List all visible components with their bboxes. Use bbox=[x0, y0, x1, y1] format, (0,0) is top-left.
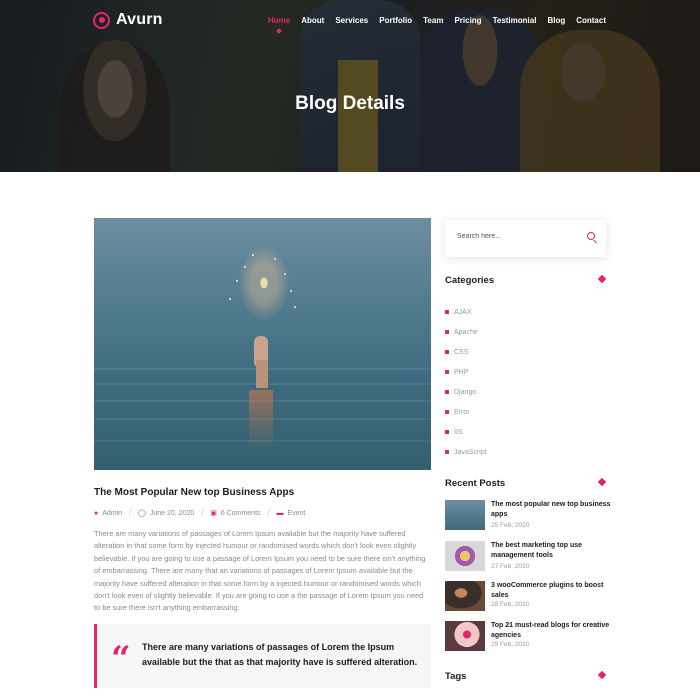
recent-post-date: 29 Feb, 2020 bbox=[491, 641, 530, 648]
spark bbox=[274, 258, 276, 260]
blockquote: “ There are many variations of passages … bbox=[94, 624, 431, 688]
post-date: June 20, 2020 bbox=[149, 509, 195, 517]
nav-portfolio[interactable]: Portfolio bbox=[379, 16, 412, 25]
recent-post-item[interactable]: Top 21 must-read blogs for creative agen… bbox=[445, 620, 615, 652]
light-reflection bbox=[249, 390, 273, 450]
tags-heading: Tags bbox=[445, 671, 467, 682]
nav-about[interactable]: About bbox=[301, 16, 324, 25]
recent-post-date: 27 Feb, 2020 bbox=[491, 563, 530, 570]
brand-name: Avurn bbox=[116, 11, 163, 28]
recent-post-title[interactable]: Top 21 must-read blogs for creative agen… bbox=[491, 621, 611, 641]
hero-banner: Avurn Home About Services Portfolio Team… bbox=[0, 0, 700, 172]
square-bullet-icon bbox=[445, 350, 449, 354]
category-item[interactable]: IIS bbox=[445, 422, 487, 442]
nav-testimonial[interactable]: Testimonial bbox=[493, 16, 537, 25]
nav-contact[interactable]: Contact bbox=[576, 16, 606, 25]
recent-post-item[interactable]: The most popular new top business apps 2… bbox=[445, 499, 615, 531]
recent-post-thumbnail[interactable] bbox=[445, 581, 485, 611]
main-nav: Home About Services Portfolio Team Prici… bbox=[268, 16, 606, 25]
recent-post-item[interactable]: The best marketing top use management to… bbox=[445, 540, 615, 572]
square-bullet-icon bbox=[445, 310, 449, 314]
category-label: Django bbox=[454, 388, 477, 396]
category-item[interactable]: CSS bbox=[445, 342, 487, 362]
user-icon: ● bbox=[94, 509, 99, 517]
meta-separator: / bbox=[201, 509, 204, 517]
category-label: Apache bbox=[454, 328, 478, 336]
post-author[interactable]: Admin bbox=[102, 510, 122, 517]
logo-icon bbox=[93, 11, 110, 29]
spark bbox=[290, 290, 292, 292]
nav-blog[interactable]: Blog bbox=[547, 16, 565, 25]
category-item[interactable]: PHP bbox=[445, 362, 487, 382]
sparkler-glow bbox=[234, 238, 294, 328]
nav-team[interactable]: Team bbox=[423, 16, 443, 25]
recent-posts-heading: Recent Posts bbox=[445, 478, 506, 489]
clock-icon: ◯ bbox=[138, 510, 146, 517]
category-item[interactable]: AJAX bbox=[445, 302, 487, 322]
category-item[interactable]: Django bbox=[445, 382, 487, 402]
spark bbox=[229, 298, 231, 300]
nav-services[interactable]: Services bbox=[335, 16, 368, 25]
square-bullet-icon bbox=[445, 370, 449, 374]
search-input[interactable] bbox=[457, 233, 577, 240]
spark bbox=[284, 273, 286, 275]
recent-post-date: 25 Feb, 2020 bbox=[491, 522, 530, 529]
recent-post-thumbnail[interactable] bbox=[445, 621, 485, 651]
square-bullet-icon bbox=[445, 430, 449, 434]
category-item[interactable]: JavaScript bbox=[445, 442, 487, 462]
category-item[interactable]: Apache bbox=[445, 322, 487, 342]
category-label: JavaScript bbox=[454, 448, 487, 456]
recent-post-title[interactable]: The most popular new top business apps bbox=[491, 500, 611, 520]
category-item[interactable]: Error bbox=[445, 402, 487, 422]
recent-post-item[interactable]: 3 wooCommerce plugins to boost sales 28 … bbox=[445, 580, 615, 612]
category-label: CSS bbox=[454, 348, 469, 356]
raised-arm bbox=[256, 360, 268, 388]
brand-logo[interactable]: Avurn bbox=[93, 11, 163, 29]
nav-pricing[interactable]: Pricing bbox=[454, 16, 481, 25]
spark bbox=[244, 266, 246, 268]
search-icon[interactable] bbox=[587, 232, 595, 240]
square-bullet-icon bbox=[445, 450, 449, 454]
diamond-icon bbox=[597, 670, 607, 680]
categories-heading: Categories bbox=[445, 275, 495, 286]
spark bbox=[236, 280, 238, 282]
spark bbox=[252, 254, 254, 256]
quote-icon: “ bbox=[111, 639, 131, 679]
post-title[interactable]: The Most Popular New top Business Apps bbox=[94, 487, 294, 498]
meta-separator: / bbox=[129, 509, 132, 517]
nav-home[interactable]: Home bbox=[268, 16, 290, 25]
quote-text: There are many variations of passages of… bbox=[142, 642, 418, 667]
folder-icon: ▬ bbox=[276, 509, 284, 517]
category-label: Error bbox=[454, 408, 470, 416]
category-list: AJAX Apache CSS PHP Django Error IIS Jav… bbox=[445, 302, 487, 462]
category-label: PHP bbox=[454, 368, 469, 376]
category-label: IIS bbox=[454, 428, 463, 436]
square-bullet-icon bbox=[445, 410, 449, 414]
recent-post-thumbnail[interactable] bbox=[445, 541, 485, 571]
meta-separator: / bbox=[267, 509, 270, 517]
page-title: Blog Details bbox=[295, 93, 405, 114]
comment-icon: ▣ bbox=[210, 510, 217, 517]
search-widget bbox=[445, 220, 606, 257]
post-meta: ● Admin / ◯ June 20, 2020 / ▣ 6 Comments… bbox=[94, 509, 305, 518]
post-featured-image bbox=[94, 218, 431, 470]
post-category[interactable]: Event bbox=[287, 510, 305, 517]
category-label: AJAX bbox=[454, 308, 472, 316]
recent-post-date: 28 Feb, 2020 bbox=[491, 601, 530, 608]
post-comments[interactable]: 6 Comments bbox=[221, 510, 261, 517]
recent-post-thumbnail[interactable] bbox=[445, 500, 485, 530]
diamond-icon bbox=[597, 274, 607, 284]
spark bbox=[294, 306, 296, 308]
square-bullet-icon bbox=[445, 330, 449, 334]
post-body: There are many variations of passages of… bbox=[94, 529, 426, 613]
recent-post-title[interactable]: 3 wooCommerce plugins to boost sales bbox=[491, 581, 611, 601]
square-bullet-icon bbox=[445, 390, 449, 394]
recent-post-title[interactable]: The best marketing top use management to… bbox=[491, 541, 611, 561]
diamond-icon bbox=[597, 477, 607, 487]
